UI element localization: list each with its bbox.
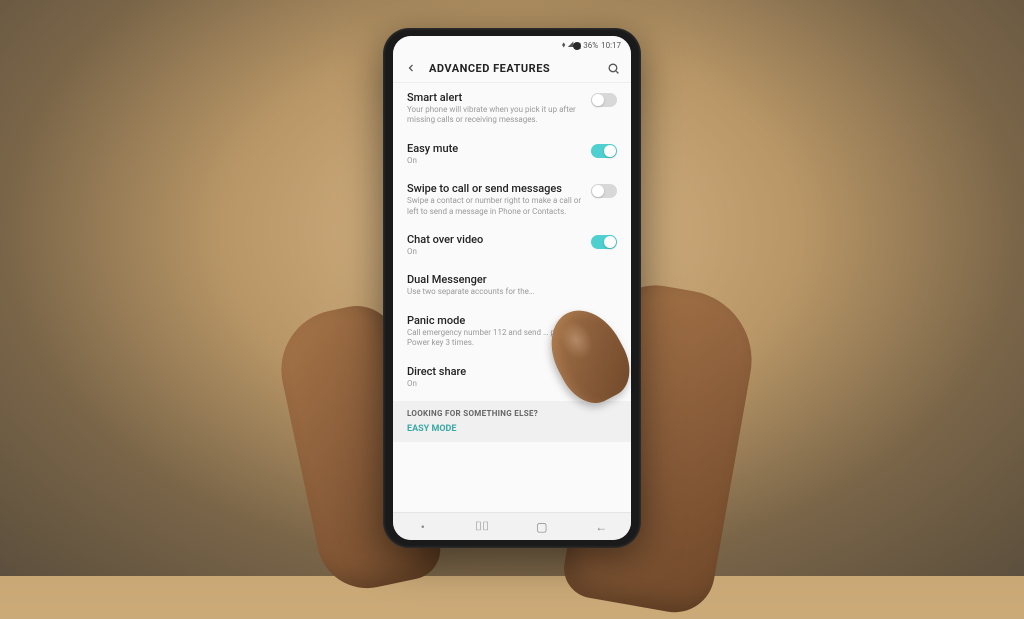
nav-back-icon[interactable]: ← [592,520,610,534]
setting-sub: On [407,247,583,257]
setting-dual-messenger[interactable]: Dual Messenger Use two separate accounts… [393,265,631,305]
back-icon[interactable] [403,60,419,76]
easy-mode-link[interactable]: EASY MODE [407,424,617,434]
setting-label: Dual Messenger [407,273,617,286]
setting-sub: On [407,156,583,166]
settings-list[interactable]: Smart alert Your phone will vibrate when… [393,83,631,512]
nav-home-icon[interactable]: ▢ [533,520,551,534]
setting-label: Smart alert [407,91,583,104]
nav-recent-icon[interactable]: ⌷⌷ [473,520,491,534]
search-icon[interactable] [605,60,621,76]
footer-label: LOOKING FOR SOMETHING ELSE? [407,409,617,418]
phone-frame: ⬧ ◢ ▮ 36% 10:17 ADVANCED FEATURES Smart … [383,28,641,548]
clock-time: 10:17 [601,41,621,50]
nav-bar: • ⌷⌷ ▢ ← [393,512,631,540]
status-bar: ⬧ ◢ ▮ 36% 10:17 [393,36,631,54]
setting-label: Swipe to call or send messages [407,182,583,195]
nav-menu-icon[interactable]: • [414,520,432,534]
app-bar: ADVANCED FEATURES [393,54,631,83]
setting-swipe-call[interactable]: Swipe to call or send messages Swipe a c… [393,174,631,225]
signal-icon: ⬧ ◢ [562,40,574,50]
setting-sub: Swipe a contact or number right to make … [407,196,583,217]
toggle-smart-alert[interactable] [591,93,617,107]
toggle-chat-over-video[interactable] [591,235,617,249]
setting-label: Easy mute [407,142,583,155]
setting-chat-over-video[interactable]: Chat over video On [393,225,631,265]
setting-sub: Use two separate accounts for the… [407,287,617,297]
phone-screen: ⬧ ◢ ▮ 36% 10:17 ADVANCED FEATURES Smart … [393,36,631,540]
toggle-swipe-call[interactable] [591,184,617,198]
setting-sub: On [407,379,583,389]
setting-smart-alert[interactable]: Smart alert Your phone will vibrate when… [393,83,631,134]
setting-label: Chat over video [407,233,583,246]
setting-sub: Your phone will vibrate when you pick it… [407,105,583,126]
toggle-easy-mute[interactable] [591,144,617,158]
setting-easy-mute[interactable]: Easy mute On [393,134,631,174]
battery-indicator: ▮ 36% [577,41,598,50]
page-title: ADVANCED FEATURES [429,62,595,75]
footer-section: LOOKING FOR SOMETHING ELSE? EASY MODE [393,401,631,442]
